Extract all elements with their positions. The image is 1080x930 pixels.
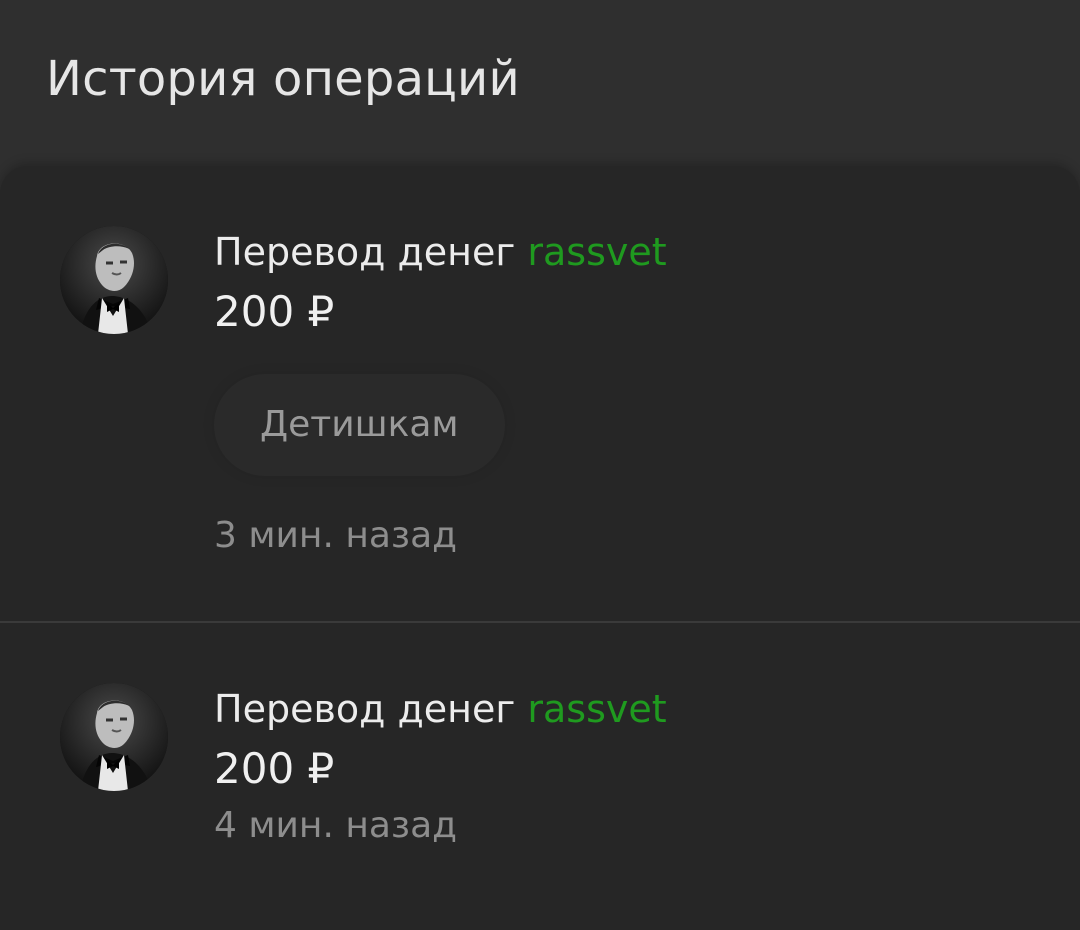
operation-title: Перевод денег rassvet (214, 226, 667, 278)
operation-title-text: Перевод денег (214, 687, 516, 731)
operation-comment-bubble: Детишкам (214, 374, 505, 476)
avatar[interactable] (60, 683, 168, 791)
avatar-image (60, 683, 168, 791)
operation-item[interactable]: Перевод денег rassvet 200 ₽ Детишкам 3 м… (0, 166, 1080, 623)
avatar[interactable] (60, 226, 168, 334)
operation-amount: 200 ₽ (214, 287, 335, 336)
operation-title-text: Перевод денег (214, 230, 516, 274)
operation-item[interactable]: Перевод денег rassvet 200 ₽ 4 мин. назад (0, 623, 1080, 930)
operations-history-page: История операций Перевод денег rassvet 2… (0, 0, 1080, 930)
recipient-username[interactable]: rassvet (527, 687, 666, 731)
operation-amount: 200 ₽ (214, 744, 335, 793)
operation-title: Перевод денег rassvet (214, 683, 667, 735)
operation-time: 3 мин. назад (214, 515, 458, 556)
recipient-username[interactable]: rassvet (527, 230, 666, 274)
avatar-image (60, 226, 168, 334)
operation-time: 4 мин. назад (214, 805, 458, 846)
page-title: История операций (46, 51, 520, 107)
operations-list: Перевод денег rassvet 200 ₽ Детишкам 3 м… (0, 166, 1080, 930)
